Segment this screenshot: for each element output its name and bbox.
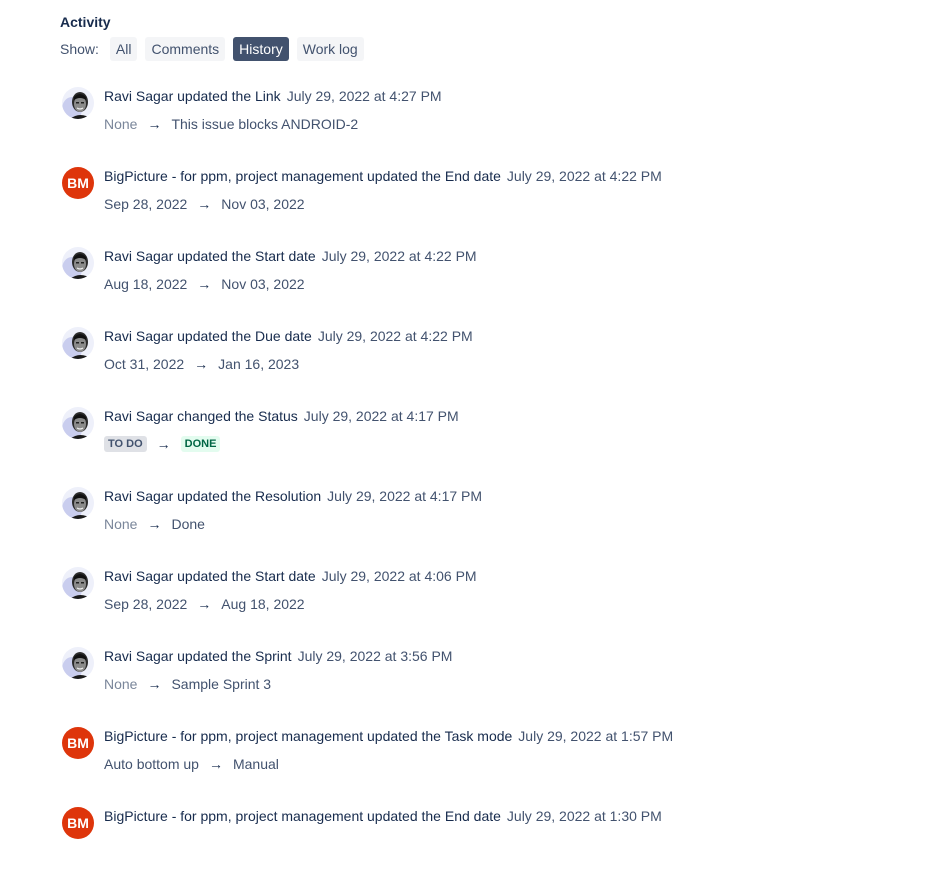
filter-comments-button[interactable]: Comments [145, 37, 226, 61]
arrow-right-icon: → [194, 356, 209, 372]
change-to-value: Done [171, 516, 205, 532]
avatar-initials[interactable]: BM [62, 167, 94, 199]
filter-all-button[interactable]: All [109, 37, 138, 61]
history-feed: Ravi Sagar updated the Link July 29, 2022… [60, 80, 920, 880]
change-to-value: Nov 03, 2022 [221, 276, 305, 292]
history-entry: Ravi Sagar updated the Link July 29, 2022… [60, 80, 920, 160]
entry-timestamp: July 29, 2022 at 4:22 PM [317, 328, 473, 344]
arrow-right-icon: → [147, 516, 162, 532]
avatar[interactable] [62, 407, 94, 439]
entry-change: Sep 28, 2022 → Aug 18, 2022 [104, 595, 305, 613]
avatar-initials[interactable]: BM [62, 807, 94, 839]
entry-header: BigPicture - for ppm, project management… [104, 167, 662, 185]
change-from-value: None [104, 116, 138, 132]
avatar[interactable] [62, 327, 94, 359]
entry-summary: Ravi Sagar updated the Sprint [104, 648, 292, 664]
activity-title: Activity [60, 14, 111, 30]
entry-summary: Ravi Sagar updated the Resolution [104, 488, 322, 504]
change-from-value: None [104, 516, 138, 532]
change-from-value: Sep 28, 2022 [104, 596, 188, 612]
avatar-initials[interactable]: BM [62, 727, 94, 759]
change-to-value: Nov 03, 2022 [221, 196, 305, 212]
history-entry: Ravi Sagar updated the Start date July 29… [60, 560, 920, 640]
entry-timestamp: July 29, 2022 at 4:17 PM [303, 408, 459, 424]
filter-history-button[interactable]: History [233, 37, 289, 61]
arrow-right-icon: → [197, 276, 212, 292]
filter-worklog-button[interactable]: Work log [296, 37, 364, 61]
entry-timestamp: July 29, 2022 at 1:57 PM [518, 728, 674, 744]
entry-summary: BigPicture - for ppm, project management… [104, 808, 501, 824]
entry-summary: BigPicture - for ppm, project management… [104, 728, 513, 744]
change-from-value: Oct 31, 2022 [104, 356, 185, 372]
arrow-right-icon: → [197, 196, 212, 212]
change-to-value: Aug 18, 2022 [221, 596, 305, 612]
change-from-value: Aug 18, 2022 [104, 276, 188, 292]
change-to-value: Manual [232, 756, 279, 772]
change-to-value: This issue blocks ANDROID-2 [171, 116, 359, 132]
history-entry: BM BigPicture - for ppm, project manageme… [60, 720, 920, 800]
entry-header: Ravi Sagar updated the Due date July 29, … [104, 327, 473, 345]
status-lozenge-from: TO DO [104, 436, 147, 452]
arrow-right-icon: → [147, 116, 162, 132]
avatar[interactable] [62, 487, 94, 519]
change-to-value: Jan 16, 2023 [218, 356, 300, 372]
entry-timestamp: July 29, 2022 at 4:22 PM [321, 248, 477, 264]
change-to-value: Sample Sprint 3 [171, 676, 272, 692]
arrow-right-icon: → [147, 676, 162, 692]
arrow-right-icon: → [197, 596, 212, 612]
entry-header: BigPicture - for ppm, project management… [104, 727, 673, 745]
entry-change: None → This issue blocks ANDROID-2 [104, 115, 358, 133]
entry-summary: BigPicture - for ppm, project management… [104, 168, 501, 184]
entry-header: Ravi Sagar updated the Start date July 29… [104, 247, 477, 265]
change-from-value: None [104, 676, 138, 692]
arrow-right-icon: → [208, 756, 223, 772]
entry-summary: Ravi Sagar updated the Start date [104, 248, 316, 264]
entry-header: Ravi Sagar updated the Resolution July 29… [104, 487, 482, 505]
avatar[interactable] [62, 247, 94, 279]
entry-header: Ravi Sagar updated the Link July 29, 2022… [104, 87, 442, 105]
activity-section: Activity Show: All Comments History Work… [60, 13, 920, 61]
status-lozenge-to: DONE [180, 436, 221, 452]
entry-change: None → Sample Sprint 3 [104, 675, 271, 693]
history-entry: BM BigPicture - for ppm, project manageme… [60, 160, 920, 240]
entry-summary: Ravi Sagar updated the Due date [104, 328, 312, 344]
change-from-value: Sep 28, 2022 [104, 196, 188, 212]
entry-change: Auto bottom up → Manual [104, 755, 279, 773]
change-from-value: Auto bottom up [104, 756, 199, 772]
entry-header: Ravi Sagar updated the Start date July 29… [104, 567, 477, 585]
entry-summary: Ravi Sagar changed the Status [104, 408, 298, 424]
avatar[interactable] [62, 567, 94, 599]
entry-timestamp: July 29, 2022 at 4:17 PM [327, 488, 483, 504]
history-entry: BM BigPicture - for ppm, project manageme… [60, 800, 920, 880]
history-entry: Ravi Sagar updated the Due date July 29, … [60, 320, 920, 400]
entry-summary: Ravi Sagar updated the Link [104, 88, 281, 104]
history-entry: Ravi Sagar updated the Sprint July 29, 20… [60, 640, 920, 720]
entry-header: Ravi Sagar updated the Sprint July 29, 20… [104, 647, 452, 665]
entry-timestamp: July 29, 2022 at 4:27 PM [286, 88, 442, 104]
entry-change: Aug 18, 2022 → Nov 03, 2022 [104, 275, 305, 293]
activity-filter-bar: Show: All Comments History Work log [60, 37, 920, 61]
arrow-right-icon: → [156, 436, 171, 452]
entry-change: Oct 31, 2022 → Jan 16, 2023 [104, 355, 299, 373]
history-entry: Ravi Sagar updated the Resolution July 29… [60, 480, 920, 560]
entry-header: Ravi Sagar changed the Status July 29, 20… [104, 407, 459, 425]
entry-timestamp: July 29, 2022 at 1:30 PM [506, 808, 662, 824]
show-label: Show: [60, 41, 99, 57]
entry-timestamp: July 29, 2022 at 4:06 PM [321, 568, 477, 584]
entry-change: TO DO → DONE [104, 435, 221, 453]
entry-change: None → Done [104, 515, 205, 533]
entry-timestamp: July 29, 2022 at 3:56 PM [297, 648, 453, 664]
avatar[interactable] [62, 647, 94, 679]
history-entry: Ravi Sagar updated the Start date July 29… [60, 240, 920, 320]
history-entry: Ravi Sagar changed the Status July 29, 20… [60, 400, 920, 480]
avatar[interactable] [62, 87, 94, 119]
entry-summary: Ravi Sagar updated the Start date [104, 568, 316, 584]
entry-timestamp: July 29, 2022 at 4:22 PM [506, 168, 662, 184]
entry-change: Sep 28, 2022 → Nov 03, 2022 [104, 195, 305, 213]
entry-header: BigPicture - for ppm, project management… [104, 807, 662, 825]
